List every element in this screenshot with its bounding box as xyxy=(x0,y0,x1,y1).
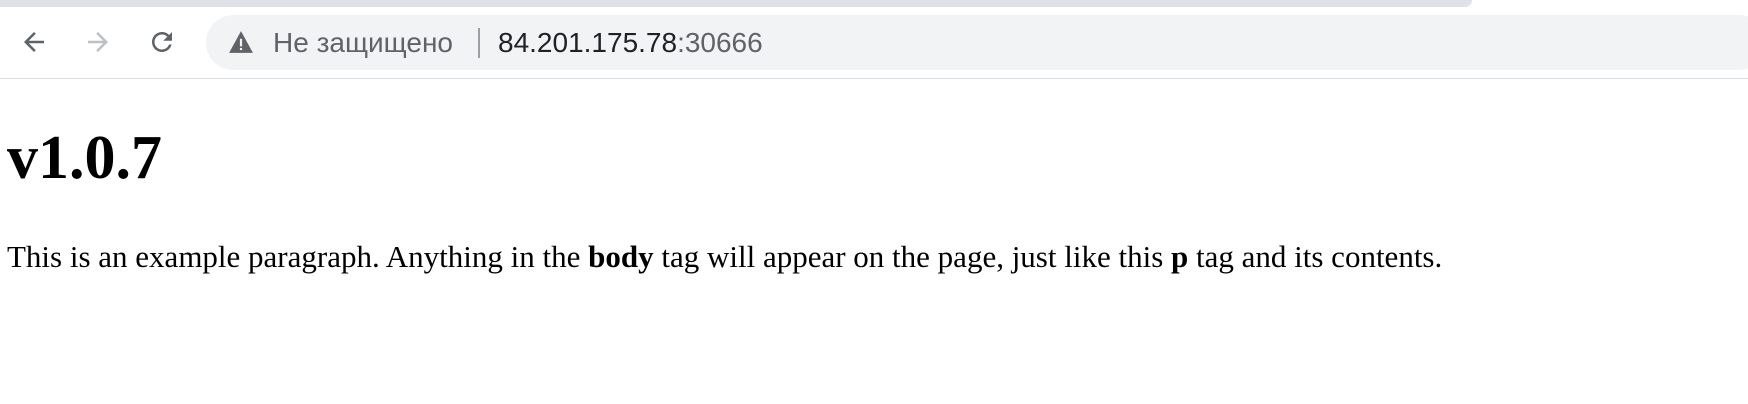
reload-button[interactable] xyxy=(142,22,182,62)
url-port: :30666 xyxy=(677,27,763,58)
paragraph-bold-body: body xyxy=(588,239,654,274)
security-status-label[interactable]: Не защищено xyxy=(273,15,453,70)
warning-triangle-icon[interactable] xyxy=(228,30,254,54)
example-paragraph: This is an example paragraph. Anything i… xyxy=(7,237,1442,277)
paragraph-bold-p: p xyxy=(1171,239,1189,274)
forward-button[interactable] xyxy=(78,22,118,62)
paragraph-text-3: tag and its contents. xyxy=(1188,239,1443,274)
back-button[interactable] xyxy=(14,22,54,62)
address-bar[interactable]: Не защищено 84.201.175.78:30666 xyxy=(206,15,1748,70)
reload-icon xyxy=(152,32,172,52)
url-text[interactable]: 84.201.175.78:30666 xyxy=(498,15,763,70)
arrow-right-icon xyxy=(88,32,108,52)
browser-toolbar: Не защищено 84.201.175.78:30666 xyxy=(0,0,1748,79)
tab-strip xyxy=(0,0,1472,7)
page-heading: v1.0.7 xyxy=(7,124,162,192)
paragraph-text-1: This is an example paragraph. Anything i… xyxy=(7,239,589,274)
page-content: v1.0.7 This is an example paragraph. Any… xyxy=(0,79,1748,404)
omnibox-divider xyxy=(478,28,480,58)
arrow-left-icon xyxy=(24,32,44,52)
url-host: 84.201.175.78 xyxy=(498,27,678,58)
paragraph-text-2: tag will appear on the page, just like t… xyxy=(653,239,1172,274)
